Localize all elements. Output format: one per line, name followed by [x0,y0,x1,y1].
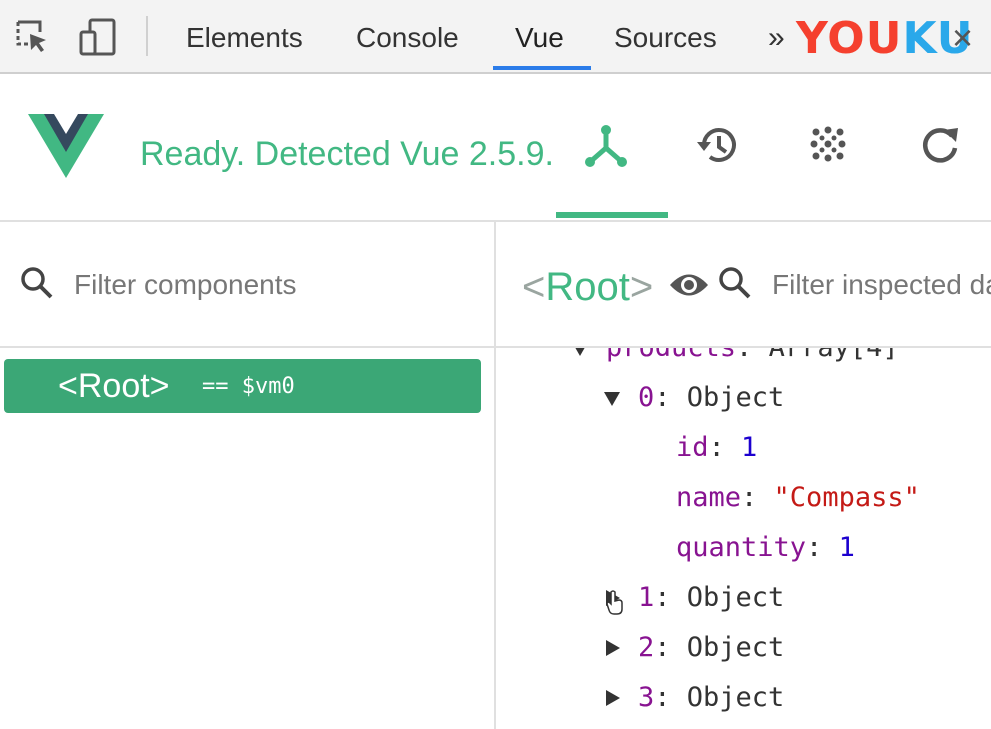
tab-console[interactable]: Console [356,0,459,72]
vue-logo-icon [28,114,104,183]
vuex-icon[interactable] [808,124,848,169]
history-icon[interactable] [694,124,740,173]
inspector-pane: <Root> products: Array[4] 0: Object [496,222,991,729]
search-icon [20,266,54,305]
collapse-arrow-icon[interactable] [606,690,620,706]
tree-row-field-quantity[interactable]: quantity: 1 [676,524,855,572]
tree-key: 1 [638,582,655,613]
expand-arrow-icon[interactable] [604,392,620,406]
tree-value: 1 [741,432,758,463]
tree-key: name [676,482,742,513]
root-component-label: <Root> [58,367,170,405]
tree-key: quantity [676,532,807,563]
component-filter-input[interactable] [72,262,476,308]
inspector-search-icon [718,266,752,305]
tree-value: Object [686,582,785,613]
root-vm-reference: == $vm0 [202,374,295,399]
tree-value: Array[4] [769,348,899,363]
tree-key: products [606,348,736,363]
device-toggle-icon[interactable] [78,18,118,61]
tree-value: "Compass" [773,482,920,513]
component-filter-bar [0,222,494,348]
title-open-bracket: < [522,265,546,309]
youku-watermark: YOUKU [796,14,974,64]
components-pane: <Root> == $vm0 [0,222,496,729]
tree-key: 3 [638,682,655,713]
components-icon[interactable] [584,124,628,173]
tree-row-field-id[interactable]: id: 1 [676,424,757,472]
toolbar-separator [146,16,148,56]
more-tabs-button[interactable]: » [768,0,785,72]
tree-row-field-name[interactable]: name: "Compass" [676,474,920,522]
expand-arrow-icon[interactable] [572,348,588,356]
tree-value: 1 [838,532,855,563]
tab-elements[interactable]: Elements [186,0,303,72]
title-component-name: Root [545,265,630,309]
tree-key: id [676,432,709,463]
tab-sources[interactable]: Sources [614,0,717,72]
inspector-data-tree: products: Array[4] 0: Object id: 1 name:… [496,348,991,729]
hand-cursor-icon [606,590,624,621]
devtools-tabbar: Elements Console Vue Sources » YOUKU × [0,0,991,74]
inspector-filter-input[interactable] [770,262,991,308]
vue-devtools-header: Ready. Detected Vue 2.5.9. [0,74,991,222]
collapse-arrow-icon[interactable] [606,640,620,656]
title-close-bracket: > [629,265,654,309]
tree-value: Object [686,682,785,713]
tree-value: Object [686,382,785,413]
inspector-header: <Root> [496,222,991,348]
tab-vue[interactable]: Vue [515,0,564,72]
status-text: Ready. Detected Vue 2.5.9. [140,135,554,173]
inspected-component-title: <Root> [522,262,653,312]
close-icon[interactable]: × [952,14,973,62]
tree-value: Object [686,632,785,663]
active-tab-indicator [493,66,591,70]
tree-key: 2 [638,632,655,663]
active-view-indicator [556,212,668,218]
tree-key: 0 [638,382,655,413]
eye-icon[interactable] [668,270,710,305]
refresh-icon[interactable] [918,124,962,173]
inspect-element-icon[interactable] [14,18,50,59]
watermark-you: YOU [796,13,903,64]
component-tree-item-root[interactable]: <Root> == $vm0 [4,359,481,413]
